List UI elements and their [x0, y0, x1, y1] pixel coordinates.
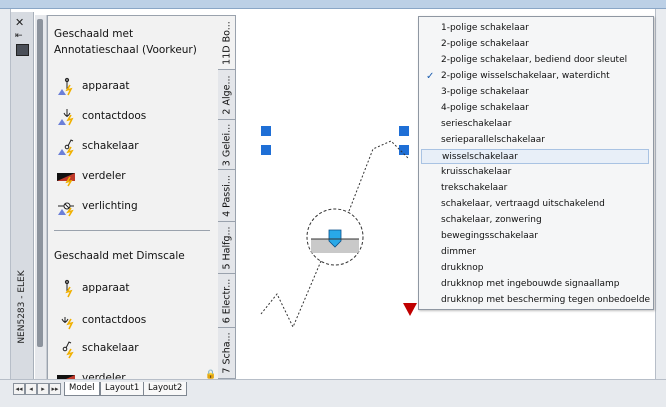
menu-item[interactable]: serieschakelaar [421, 117, 649, 132]
verdeler-icon [57, 173, 75, 187]
menu-item[interactable]: schakelaar, vertraagd uitschakelend [421, 197, 649, 212]
tab-5[interactable]: 5 Halfg... [218, 221, 236, 275]
grip-left-bottom[interactable] [261, 145, 271, 155]
palette-content: Geschaald met Annotatieschaal (Voorkeur)… [47, 15, 219, 385]
menu-item[interactable]: 2-polige schakelaar [421, 37, 649, 52]
menu-item[interactable]: drukknop met ingebouwde signaallamp [421, 277, 649, 292]
section-title-dimscale: Geschaald met Dimscale [54, 250, 185, 262]
tab-6[interactable]: 6 Electr... [218, 273, 236, 329]
tool-verdeler-annotative[interactable]: verdeler [54, 166, 214, 188]
menu-item[interactable]: bewegingsschakelaar [421, 229, 649, 244]
tool-apparaat-annotative[interactable]: apparaat [54, 76, 214, 98]
grip-left-top[interactable] [261, 126, 271, 136]
palette-titlebar[interactable]: ✕ ⇤ NEN5283 - ELEK [11, 12, 34, 386]
menu-item[interactable]: drukknop met bescherming tegen onbedoeld… [421, 293, 650, 308]
left-edge [0, 9, 11, 379]
menu-item[interactable]: 2-polige schakelaar, bediend door sleute… [421, 53, 649, 68]
switch-type-dropdown: 1-polige schakelaar 2-polige schakelaar … [418, 16, 654, 310]
menu-item[interactable]: 3-polige schakelaar [421, 85, 649, 100]
tool-apparaat-dimscale[interactable]: apparaat [54, 278, 214, 300]
contactdoos-icon [61, 317, 74, 330]
tool-verlichting-annotative[interactable]: verlichting [54, 196, 214, 218]
tab-layout1[interactable]: Layout1 [100, 382, 145, 396]
tab-2[interactable]: 2 Alge... [218, 69, 236, 121]
grip-right-top[interactable] [399, 126, 409, 136]
title-strip [0, 0, 666, 9]
menu-item-highlighted[interactable]: wisselschakelaar [421, 149, 649, 164]
tab-4[interactable]: 4 Passi... [218, 169, 236, 223]
scroll-thumb[interactable] [37, 19, 43, 347]
dynamic-block-arrow[interactable] [403, 303, 417, 316]
tool-contactdoos-dimscale[interactable]: contactdoos [54, 310, 214, 332]
menu-item[interactable]: drukknop [421, 261, 649, 276]
next-layout-button[interactable]: ▸ [37, 383, 49, 395]
contactdoos-icon [58, 109, 74, 126]
prev-layout-button[interactable]: ◂ [25, 383, 37, 395]
menu-item[interactable]: trekschakelaar [421, 181, 649, 196]
menu-item[interactable]: 4-polige schakelaar [421, 101, 649, 116]
schakelaar-icon [58, 139, 74, 157]
tab-1[interactable]: 11D Bo... [218, 15, 236, 71]
apparaat-icon [64, 279, 73, 298]
menu-item[interactable]: dimmer [421, 245, 649, 260]
palette-scrollbar[interactable] [35, 15, 47, 383]
tool-schakelaar-annotative[interactable]: schakelaar [54, 136, 214, 158]
menu-item[interactable]: kruisschakelaar [421, 165, 649, 180]
first-layout-button[interactable]: ◂◂ [13, 383, 25, 395]
palette-tabs: 11D Bo... 2 Alge... 3 Gelei... 4 Passi..… [218, 15, 237, 383]
last-layout-button[interactable]: ▸▸ [49, 383, 61, 395]
palette-title: NEN5283 - ELEK [17, 270, 27, 344]
menu-item[interactable]: 1-polige schakelaar [421, 21, 649, 36]
section-divider [54, 230, 210, 231]
tab-model[interactable]: Model [64, 382, 100, 396]
leader-line-left [260, 260, 322, 329]
menu-item[interactable]: serieparallelschakelaar [421, 133, 649, 148]
properties-icon[interactable] [16, 44, 29, 56]
right-edge [655, 9, 666, 379]
tool-palette: ✕ ⇤ NEN5283 - ELEK Geschaald met Annotat… [11, 12, 237, 386]
tool-schakelaar-dimscale[interactable]: schakelaar [54, 338, 214, 360]
schakelaar-icon [62, 341, 74, 359]
close-icon[interactable]: ✕ [15, 16, 24, 29]
tab-3[interactable]: 3 Gelei... [218, 119, 236, 171]
check-icon: ✓ [426, 71, 435, 82]
menu-item-checked[interactable]: ✓ 2-polige wisselschakelaar, waterdicht [421, 69, 649, 84]
autohide-icon[interactable]: ⇤ [15, 31, 23, 41]
verlichting-icon [58, 202, 74, 217]
section-title-annotative: Geschaald met Annotatieschaal (Voorkeur) [54, 28, 197, 56]
menu-item[interactable]: schakelaar, zonwering [421, 213, 649, 228]
tool-contactdoos-annotative[interactable]: contactdoos [54, 106, 214, 128]
autocad-window: ✕ ⇤ NEN5283 - ELEK Geschaald met Annotat… [0, 0, 666, 407]
tab-7[interactable]: 7 Scha... [218, 327, 236, 379]
tab-layout2[interactable]: Layout2 [143, 382, 188, 396]
apparaat-icon [58, 77, 73, 96]
